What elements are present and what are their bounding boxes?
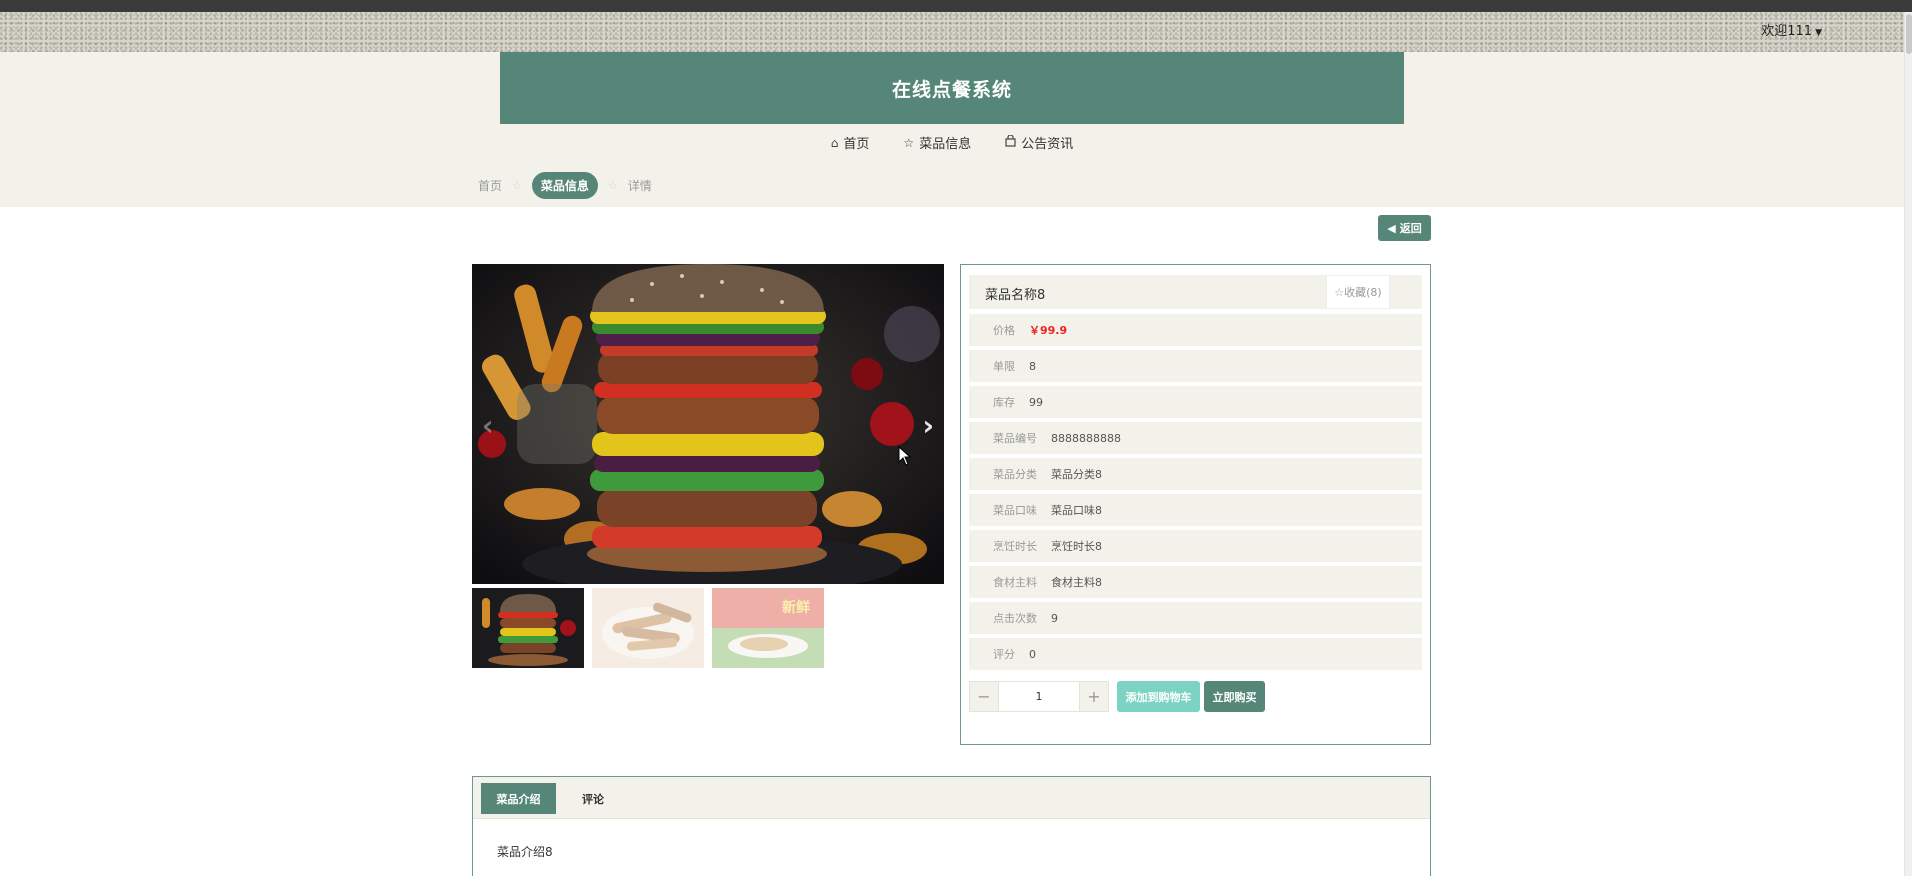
field-value: 9: [1051, 611, 1058, 625]
caret-down-icon: ▼: [1815, 28, 1822, 38]
field-label: 点击次数: [993, 612, 1037, 625]
nav-item-label: 公告资讯: [1021, 137, 1074, 152]
home-icon: ⌂: [830, 135, 839, 150]
thumbnail-strip: 新鲜: [472, 588, 824, 668]
detail-tabs: 菜品介绍 评论 菜品介绍8: [472, 776, 1431, 876]
field-row-category: 菜品分类 菜品分类8: [969, 458, 1422, 490]
product-name: 菜品名称8: [985, 288, 1046, 303]
field-value: 99: [1029, 395, 1043, 409]
favorite-button[interactable]: ☆收藏(8): [1326, 275, 1390, 309]
field-row-cook-time: 烹饪时长 烹饪时长8: [969, 530, 1422, 562]
field-row-limit: 单限 8: [969, 350, 1422, 382]
breadcrumb: 首页 ☆ 菜品信息 ☆ 详情: [478, 172, 652, 199]
field-row-rating: 评分 0: [969, 638, 1422, 670]
tab-bar: 菜品介绍 评论: [473, 777, 1430, 819]
back-button-label: 返回: [1399, 222, 1422, 235]
thumbnail-3[interactable]: 新鲜: [712, 588, 824, 668]
decrement-button[interactable]: −: [969, 681, 999, 712]
site-title: 在线点餐系统: [891, 78, 1012, 101]
header-texture-band: [0, 12, 1912, 52]
back-button[interactable]: ◀ 返回: [1378, 215, 1431, 241]
page-scrollbar[interactable]: [1904, 12, 1912, 876]
burger-image: [472, 264, 944, 584]
product-image-carousel[interactable]: ‹ ›: [472, 264, 944, 584]
tab-content: 菜品介绍8: [497, 845, 553, 859]
browser-top-strip: [0, 0, 1912, 12]
carousel-prev-icon[interactable]: ‹: [482, 409, 494, 442]
carousel-next-icon[interactable]: ›: [922, 409, 934, 442]
thumbnail-3-text: 新鲜: [782, 599, 810, 616]
field-value: 0: [1029, 647, 1036, 661]
field-label: 菜品口味: [993, 504, 1037, 517]
breadcrumb-home[interactable]: 首页: [478, 177, 502, 194]
nav-item-dishes[interactable]: ☆ 菜品信息: [903, 133, 972, 153]
field-value: 菜品口味8: [1051, 504, 1102, 517]
field-value: ￥99.9: [1029, 324, 1068, 337]
field-row-flavor: 菜品口味 菜品口味8: [969, 494, 1422, 526]
field-row-price: 价格 ￥99.9: [969, 314, 1422, 346]
site-banner: 在线点餐系统: [500, 52, 1404, 124]
field-row-code: 菜品编号 8888888888: [969, 422, 1422, 454]
burger-thumbnail: [472, 588, 584, 668]
nav-item-home[interactable]: ⌂ 首页: [830, 133, 870, 153]
field-value: 菜品分类8: [1051, 468, 1102, 481]
nav-item-label: 菜品信息: [919, 137, 972, 152]
field-label: 评分: [993, 648, 1015, 661]
add-to-cart-button[interactable]: 添加到购物车: [1117, 681, 1200, 712]
fries-thumbnail: [592, 588, 704, 668]
user-menu[interactable]: 欢迎111 ▼: [1761, 20, 1822, 39]
thumbnail-1[interactable]: [472, 588, 584, 668]
field-value: 烹饪时长8: [1051, 540, 1102, 553]
field-label: 单限: [993, 360, 1015, 373]
buy-now-button[interactable]: 立即购买: [1204, 681, 1265, 712]
welcome-text: 欢迎111: [1761, 24, 1813, 39]
field-label: 菜品编号: [993, 432, 1037, 445]
field-label: 价格: [993, 324, 1015, 337]
tab-comments[interactable]: 评论: [568, 783, 618, 814]
mouse-cursor-icon: [898, 446, 912, 466]
quantity-input[interactable]: 1: [999, 681, 1079, 712]
caret-left-icon: ◀: [1387, 221, 1396, 235]
field-label: 食材主料: [993, 576, 1037, 589]
field-label: 菜品分类: [993, 468, 1037, 481]
breadcrumb-separator-icon: ☆: [607, 179, 618, 192]
increment-button[interactable]: +: [1079, 681, 1109, 712]
field-label: 烹饪时长: [993, 540, 1037, 553]
product-info-panel: 菜品名称8 ☆收藏(8) 价格 ￥99.9 单限 8 库存 99 菜品编号 88…: [960, 264, 1431, 745]
thumbnail-2[interactable]: [592, 588, 704, 668]
product-name-row: 菜品名称8 ☆收藏(8): [969, 275, 1422, 309]
field-value: 食材主料8: [1051, 576, 1102, 589]
nav-item-news[interactable]: 公告资讯: [1005, 133, 1073, 152]
bag-icon: [1005, 134, 1016, 150]
fish-thumbnail: 新鲜: [712, 588, 824, 668]
field-row-clicks: 点击次数 9: [969, 602, 1422, 634]
breadcrumb-dishes[interactable]: 菜品信息: [531, 172, 598, 199]
main-nav: ⌂ 首页 ☆ 菜品信息 公告资讯: [0, 133, 1904, 152]
field-label: 库存: [993, 396, 1015, 409]
field-value: 8888888888: [1051, 431, 1121, 445]
breadcrumb-separator-icon: ☆: [512, 179, 522, 192]
star-icon: ☆: [903, 135, 915, 150]
tab-description[interactable]: 菜品介绍: [481, 783, 556, 814]
breadcrumb-detail: 详情: [627, 179, 652, 193]
field-row-stock: 库存 99: [969, 386, 1422, 418]
scrollbar-thumb[interactable]: [1906, 14, 1912, 54]
field-value: 8: [1029, 359, 1036, 373]
nav-item-label: 首页: [843, 137, 870, 152]
field-row-ingredients: 食材主料 食材主料8: [969, 566, 1422, 598]
quantity-stepper: − 1 +: [969, 681, 1109, 712]
